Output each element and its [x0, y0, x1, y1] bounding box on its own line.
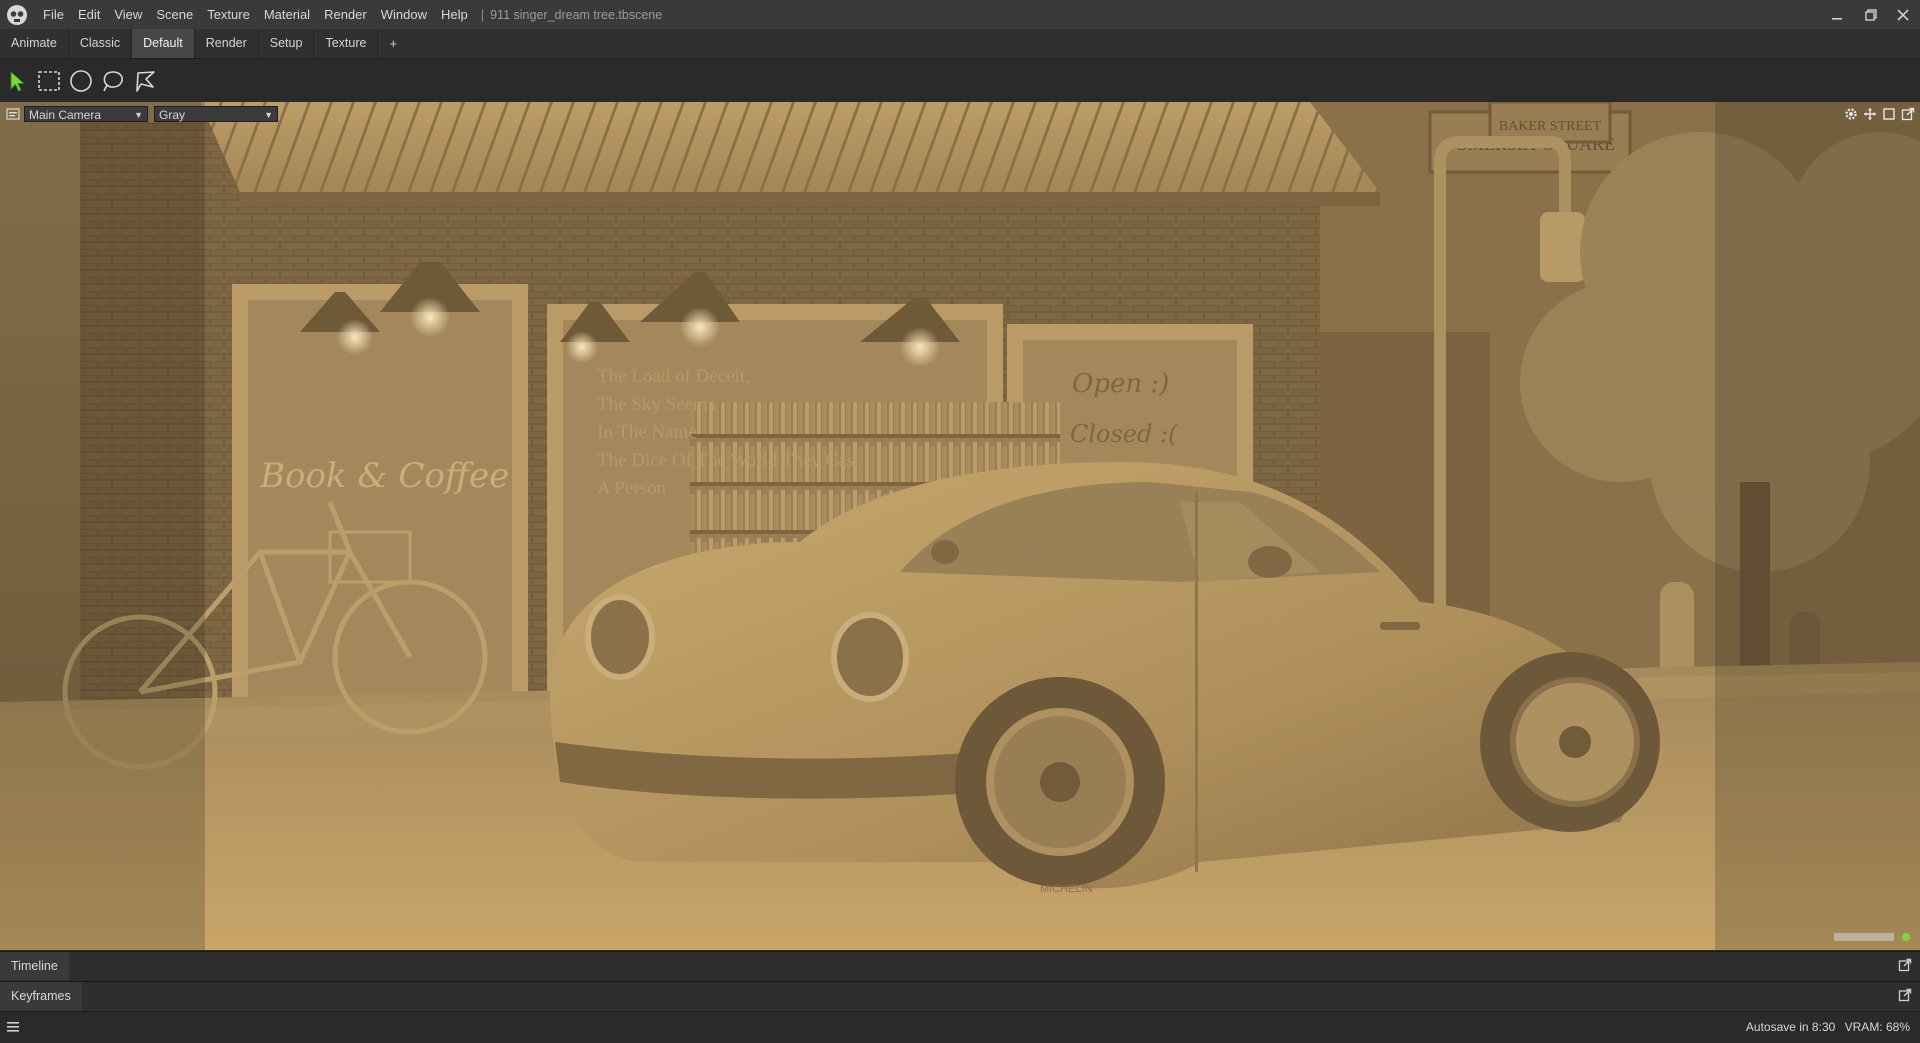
- ellipse-select-icon[interactable]: [68, 68, 94, 94]
- menu-window[interactable]: Window: [374, 0, 434, 29]
- restore-icon[interactable]: [1854, 0, 1888, 29]
- timeline-panel: Timeline: [0, 951, 1920, 980]
- close-icon[interactable]: [1886, 0, 1920, 29]
- render-image: SOMERSET SQUARE BAKER STREET Book & Coff…: [0, 102, 1920, 950]
- vram-status: VRAM: 68%: [1844, 1020, 1910, 1034]
- tab-classic[interactable]: Classic: [69, 29, 133, 58]
- minimize-icon[interactable]: [1820, 0, 1854, 29]
- frame-icon[interactable]: [1880, 105, 1897, 122]
- lasso-select-icon[interactable]: [100, 68, 126, 94]
- popout-icon[interactable]: [1899, 105, 1916, 122]
- title-menu-bar: File Edit View Scene Texture Material Re…: [0, 0, 1920, 29]
- status-menu-icon[interactable]: [6, 1020, 20, 1037]
- shading-select-value: Gray: [159, 108, 186, 122]
- keyframes-tab[interactable]: Keyframes: [0, 982, 82, 1011]
- chevron-down-icon: ▼: [264, 110, 273, 120]
- gear-icon[interactable]: [1842, 105, 1859, 122]
- menu-render[interactable]: Render: [317, 0, 374, 29]
- menu-view[interactable]: View: [107, 0, 149, 29]
- move-icon[interactable]: [1861, 105, 1878, 122]
- polygon-lasso-icon[interactable]: [132, 68, 158, 94]
- select-arrow-icon[interactable]: [4, 68, 30, 94]
- 3d-viewport[interactable]: SOMERSET SQUARE BAKER STREET Book & Coff…: [0, 102, 1920, 950]
- tab-texture[interactable]: Texture: [314, 29, 379, 58]
- layout-tab-bar: Animate Classic Default Render Setup Tex…: [0, 29, 1920, 58]
- tab-setup[interactable]: Setup: [259, 29, 315, 58]
- menu-file[interactable]: File: [36, 0, 71, 29]
- timeline-tab[interactable]: Timeline: [0, 952, 69, 980]
- viewport-menu-icon[interactable]: [4, 105, 21, 122]
- menu-scene[interactable]: Scene: [149, 0, 200, 29]
- tab-default[interactable]: Default: [132, 29, 195, 58]
- add-tab-button[interactable]: +: [378, 29, 408, 58]
- camera-select[interactable]: Main Camera ▼: [24, 106, 148, 122]
- status-bar: Autosave in 8:30 VRAM: 68%: [0, 1011, 1920, 1043]
- menu-separator: |: [480, 7, 485, 22]
- chevron-down-icon: ▼: [134, 110, 143, 120]
- status-info: Autosave in 8:30 VRAM: 68%: [1740, 1012, 1910, 1043]
- app-logo-icon[interactable]: [4, 2, 30, 28]
- popout-icon[interactable]: [1898, 958, 1914, 974]
- menu-help[interactable]: Help: [434, 0, 475, 29]
- menu-texture[interactable]: Texture: [200, 0, 257, 29]
- popout-icon[interactable]: [1898, 988, 1914, 1004]
- tab-animate[interactable]: Animate: [0, 29, 69, 58]
- autosave-status: Autosave in 8:30: [1745, 1020, 1836, 1034]
- tab-render[interactable]: Render: [195, 29, 259, 58]
- shading-select[interactable]: Gray ▼: [154, 106, 278, 122]
- camera-select-value: Main Camera: [29, 108, 102, 122]
- keyframes-panel: Keyframes: [0, 981, 1920, 1011]
- menu-material[interactable]: Material: [257, 0, 317, 29]
- tool-bar: [0, 58, 1920, 103]
- menu-edit[interactable]: Edit: [71, 0, 107, 29]
- rectangle-select-icon[interactable]: [36, 68, 62, 94]
- document-title: 911 singer_dream tree.tbscene: [490, 7, 663, 22]
